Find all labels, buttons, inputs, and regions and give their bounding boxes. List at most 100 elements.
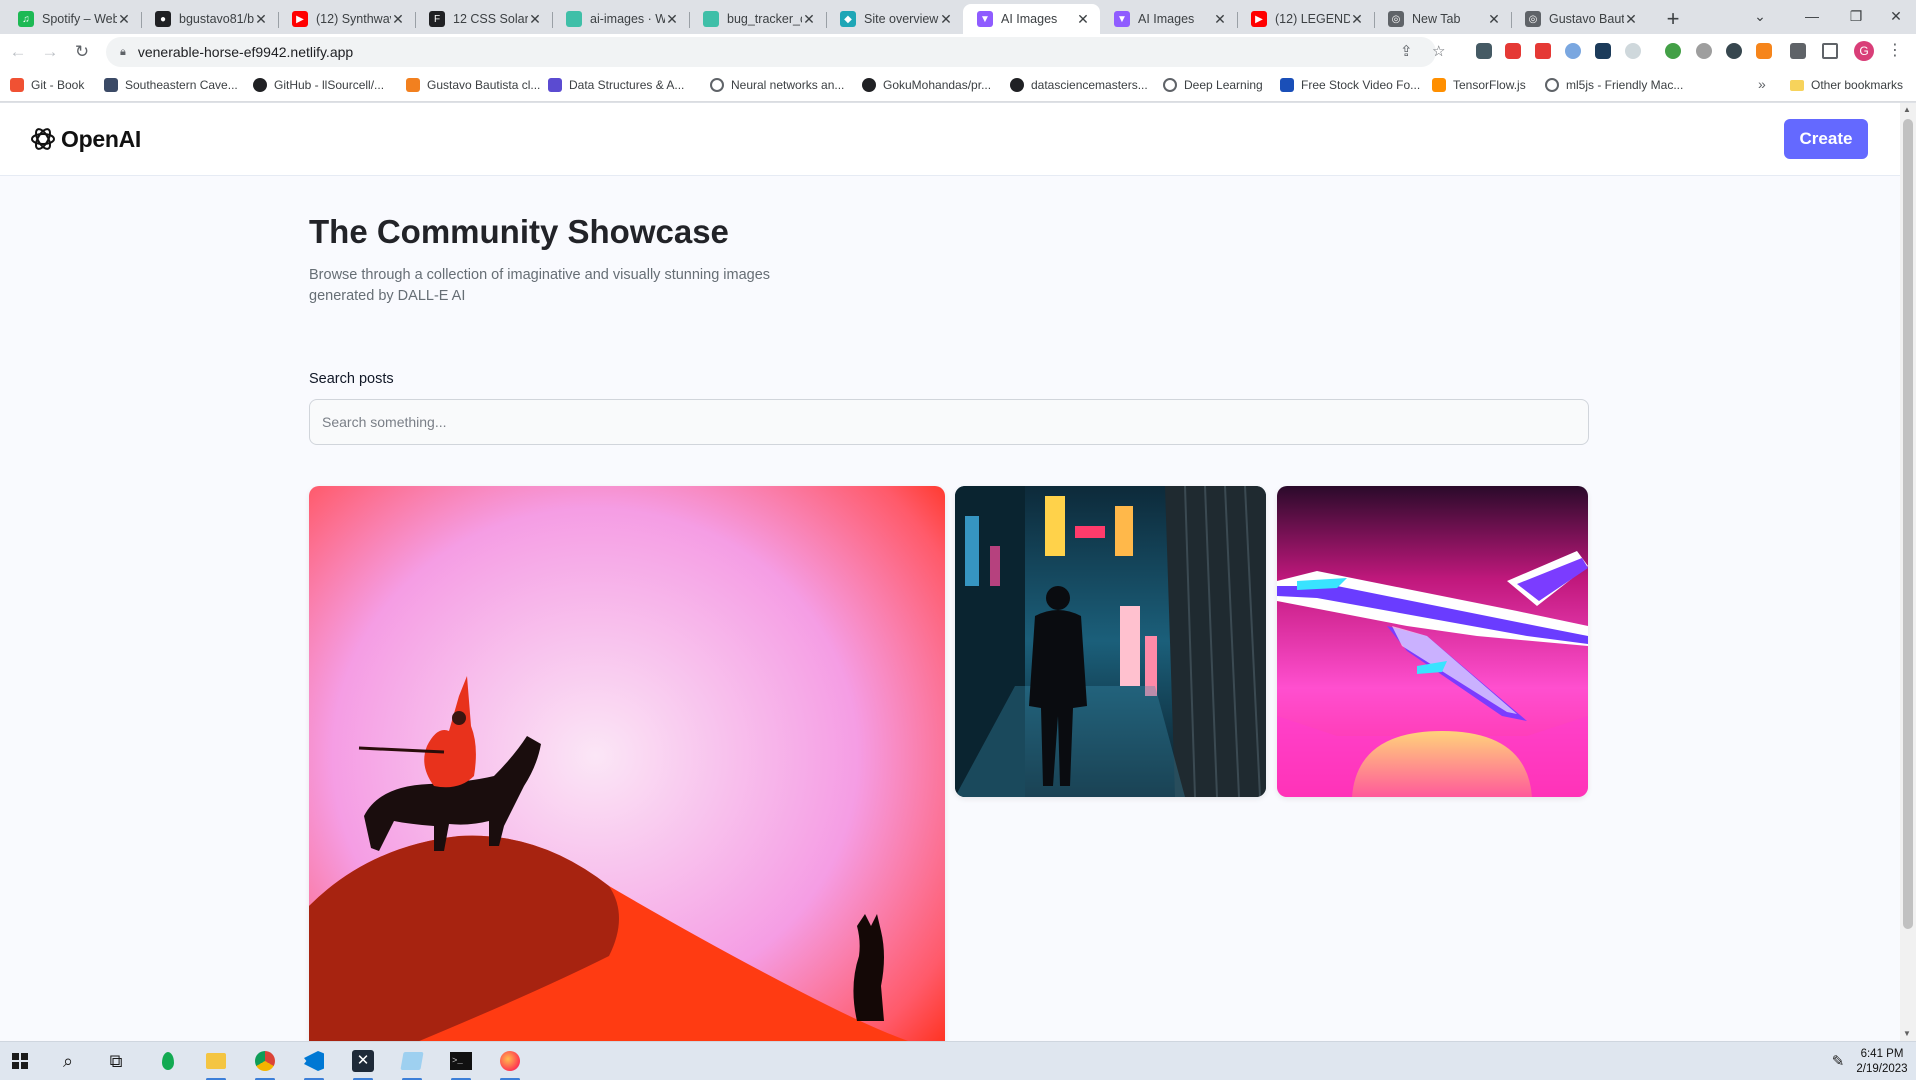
browser-tab[interactable]: ◎ New Tab ✕ [1374, 4, 1511, 34]
reload-button[interactable]: ↻ [70, 40, 94, 64]
browser-tab[interactable]: F 12 CSS Solar ✕ [415, 4, 552, 34]
extension-icon[interactable] [1625, 43, 1641, 59]
extension-icon[interactable] [1476, 43, 1492, 59]
back-button[interactable]: ← [6, 40, 30, 64]
tab-close-icon[interactable]: ✕ [528, 11, 542, 28]
extension-icon[interactable] [1505, 43, 1521, 59]
tab-close-icon[interactable]: ✕ [117, 11, 131, 28]
extension-icon[interactable] [1595, 43, 1611, 59]
bookmark-item[interactable]: TensorFlow.js [1432, 78, 1526, 92]
scroll-down-arrow-icon[interactable]: ▼ [1903, 1029, 1911, 1038]
scrollbar-thumb[interactable] [1903, 119, 1913, 929]
tab-close-icon[interactable]: ✕ [1213, 11, 1227, 28]
tab-search-chevron-icon[interactable]: ⌄ [1740, 4, 1780, 28]
tab-separator [1511, 12, 1512, 28]
bookmark-item[interactable]: Neural networks an... [710, 78, 844, 92]
system-clock[interactable]: 6:41 PM 2/19/2023 [1852, 1047, 1912, 1077]
create-button[interactable]: Create [1784, 119, 1868, 159]
browser-tab[interactable]: ▶ (12) Synthwav ✕ [278, 4, 415, 34]
extensions-puzzle-icon[interactable] [1790, 43, 1806, 59]
image-icon [104, 78, 118, 92]
lock-icon: 🔒︎ [120, 45, 126, 58]
bookmark-item[interactable]: GitHub - llSourcell/... [253, 78, 384, 92]
neon-city-image [955, 486, 1266, 797]
bookmark-item[interactable]: Deep Learning [1163, 78, 1263, 92]
logo-text: OpenAI [61, 125, 141, 152]
file-explorer-icon[interactable] [204, 1049, 228, 1073]
page-scrollbar[interactable]: ▲ ▼ [1900, 103, 1916, 1041]
tab-close-icon[interactable]: ✕ [1487, 11, 1501, 28]
bookmark-item[interactable]: Southeastern Cave... [104, 78, 238, 92]
firefox-icon[interactable] [498, 1049, 522, 1073]
bookmarks-overflow-button[interactable]: » [1758, 76, 1766, 92]
close-window-button[interactable]: ✕ [1876, 4, 1916, 28]
bookmark-item[interactable]: Gustavo Bautista cl... [406, 78, 540, 92]
tab-close-icon[interactable]: ✕ [254, 11, 268, 28]
new-tab-button[interactable]: + [1660, 6, 1686, 32]
image-card-witch-on-horse[interactable] [309, 486, 945, 1041]
metamask-icon[interactable] [1756, 43, 1772, 59]
share-icon[interactable]: ⇪ [1400, 42, 1413, 60]
side-panel-icon[interactable] [1822, 43, 1838, 59]
pen-workspace-icon[interactable]: ✎ [1826, 1049, 1850, 1073]
search-input[interactable] [309, 399, 1589, 445]
chrome-icon[interactable] [253, 1049, 277, 1073]
bookmark-item[interactable]: Free Stock Video Fo... [1280, 78, 1420, 92]
other-bookmarks-label: Other bookmarks [1811, 78, 1904, 92]
vscode-icon[interactable] [302, 1049, 326, 1073]
bookmark-label: Gustavo Bautista cl... [427, 78, 541, 92]
notepad-icon[interactable] [400, 1049, 424, 1073]
browser-tab[interactable]: bug_tracker_c ✕ [689, 4, 826, 34]
terminal-x-icon[interactable]: ✕ [351, 1049, 375, 1073]
bookmark-item[interactable]: Git - Book [10, 78, 84, 92]
bookmark-star-icon[interactable]: ☆ [1432, 42, 1445, 60]
extension-icon[interactable] [1535, 43, 1551, 59]
mongodb-icon[interactable] [156, 1049, 180, 1073]
browser-tab[interactable]: ♫ Spotify – Web ✕ [4, 4, 141, 34]
image-card-synthwave-jet[interactable] [1277, 486, 1588, 797]
other-bookmarks-folder[interactable]: Other bookmarks [1790, 78, 1903, 92]
bookmark-item[interactable]: GokuMohandas/pr... [862, 78, 991, 92]
tab-close-icon[interactable]: ✕ [1076, 11, 1090, 28]
openai-logo[interactable]: OpenAI [29, 125, 141, 153]
bookmark-item[interactable]: ml5js - Friendly Mac... [1545, 78, 1683, 92]
clock-date: 2/19/2023 [1856, 1063, 1908, 1075]
tab-title: Gustavo Baut [1549, 12, 1624, 26]
browser-tab[interactable]: ● bgustavo81/b ✕ [141, 4, 278, 34]
page-icon [566, 11, 582, 27]
extension-icon[interactable] [1665, 43, 1681, 59]
task-view-icon[interactable]: ⧉ [104, 1049, 128, 1073]
search-icon[interactable]: ⌕ [56, 1049, 80, 1073]
tab-close-icon[interactable]: ✕ [665, 11, 679, 28]
git-icon [10, 78, 24, 92]
address-bar[interactable]: 🔒︎ venerable-horse-ef9942.netlify.app [106, 37, 1436, 67]
bookmark-item[interactable]: Data Structures & A... [548, 78, 684, 92]
extension-icon[interactable] [1565, 43, 1581, 59]
forward-button[interactable]: → [38, 40, 62, 64]
browser-tab[interactable]: ▼ AI Images ✕ [1100, 4, 1237, 34]
image-card-neon-city[interactable] [955, 486, 1266, 797]
extension-icon[interactable] [1726, 43, 1742, 59]
scroll-up-arrow-icon[interactable]: ▲ [1903, 105, 1911, 114]
tab-close-icon[interactable]: ✕ [391, 11, 405, 28]
bookmark-item[interactable]: datasciencemasters... [1010, 78, 1148, 92]
browser-menu-icon[interactable]: ⋮ [1887, 40, 1903, 60]
bookmark-label: Git - Book [31, 78, 85, 92]
restore-button[interactable]: ❐ [1836, 4, 1876, 28]
browser-tab[interactable]: ▼ AI Images ✕ [963, 4, 1100, 34]
browser-tab[interactable]: ai-images · W ✕ [552, 4, 689, 34]
command-prompt-icon[interactable]: >_ [449, 1049, 473, 1073]
browser-tab[interactable]: ◎ Gustavo Baut ✕ [1511, 4, 1648, 34]
tab-close-icon[interactable]: ✕ [802, 11, 816, 28]
extension-icon[interactable] [1696, 43, 1712, 59]
tab-close-icon[interactable]: ✕ [1624, 11, 1638, 28]
windows-start-icon[interactable] [8, 1049, 32, 1073]
tab-title: (12) LEGENDS [1275, 12, 1350, 26]
browser-tab[interactable]: ◆ Site overview ✕ [826, 4, 963, 34]
tab-close-icon[interactable]: ✕ [939, 11, 953, 28]
profile-avatar[interactable]: G [1854, 41, 1874, 61]
browser-tab[interactable]: ▶ (12) LEGENDS✕ [1237, 4, 1374, 34]
f-icon: F [429, 11, 445, 27]
minimize-button[interactable]: — [1792, 4, 1832, 28]
tab-close-icon[interactable]: ✕ [1350, 11, 1364, 28]
